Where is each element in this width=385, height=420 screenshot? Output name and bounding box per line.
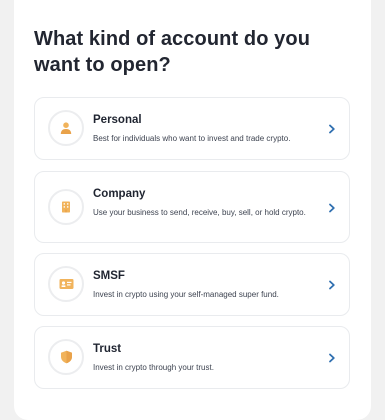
id-card-icon	[48, 266, 84, 302]
chevron-right-icon	[329, 280, 335, 290]
page-title: What kind of account do you want to open…	[34, 28, 311, 76]
chevron-right-icon	[329, 124, 335, 134]
person-icon	[48, 110, 84, 146]
option-personal[interactable]: Personal Best for individuals who want t…	[34, 97, 350, 160]
option-title: Trust	[93, 343, 122, 355]
option-description: Best for individuals who want to invest …	[93, 134, 291, 143]
building-icon	[48, 189, 84, 225]
option-title: SMSF	[93, 270, 125, 282]
option-description: Invest in crypto through your trust.	[93, 363, 214, 372]
option-description: Use your business to send, receive, buy,…	[93, 208, 306, 217]
option-trust[interactable]: Trust Invest in crypto through your trus…	[34, 326, 350, 389]
chevron-right-icon	[329, 353, 335, 363]
chevron-right-icon	[329, 203, 335, 213]
account-type-card: What kind of account do you want to open…	[14, 0, 371, 420]
option-title: Company	[93, 188, 146, 200]
option-description: Invest in crypto using your self-managed…	[93, 290, 279, 299]
option-smsf[interactable]: SMSF Invest in crypto using your self-ma…	[34, 253, 350, 316]
shield-icon	[48, 339, 84, 375]
option-title: Personal	[93, 114, 142, 126]
option-company[interactable]: Company Use your business to send, recei…	[34, 171, 350, 243]
